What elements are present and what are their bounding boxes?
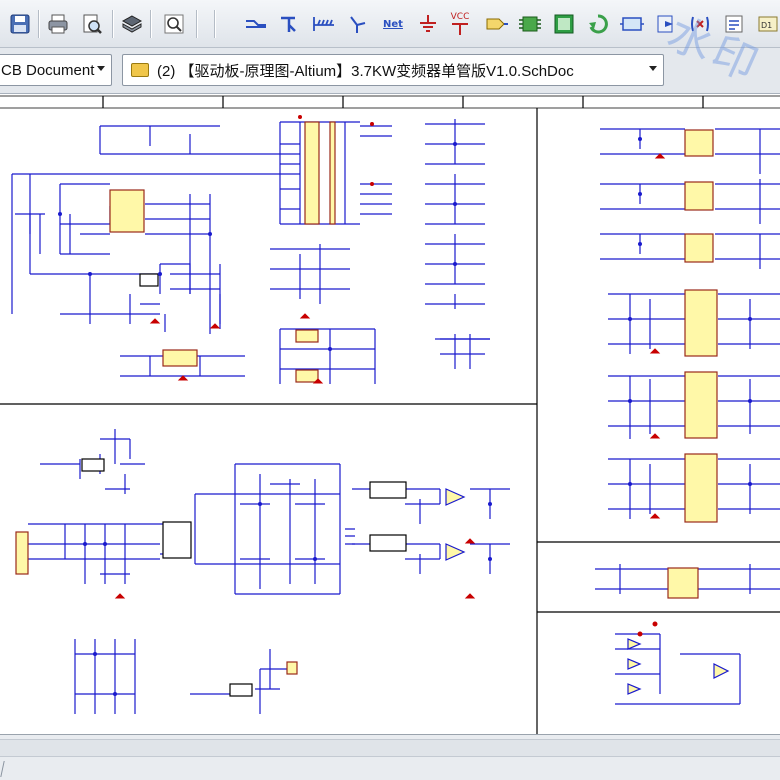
scrollbar-track[interactable] [0,739,780,757]
gnd-power-port-icon[interactable] [414,8,442,40]
chevron-down-icon [649,66,657,71]
toolbar-extra-icon[interactable] [720,8,748,40]
zoom-icon[interactable] [160,8,188,40]
hierarchy-icon[interactable] [652,8,680,40]
vcc-label-text: VCC [450,12,470,22]
schematic-drawing [0,95,780,734]
schematic-document-combo[interactable]: (2) 【驱动板-原理图-Altium】3.7KW变频器单管版V1.0.SchD… [122,54,664,86]
save-icon[interactable] [6,8,34,40]
bus-icon[interactable] [276,8,304,40]
schematic-canvas[interactable] [0,94,780,734]
device-sheet-icon[interactable] [618,8,646,40]
print-preview-icon[interactable] [78,8,106,40]
print-icon[interactable] [44,8,72,40]
sheet-entry-icon[interactable] [584,8,612,40]
port-icon[interactable] [482,8,510,40]
wire-icon[interactable] [242,8,270,40]
net-label-text: Net [383,18,403,30]
schematic-toolbar: Net VCC D1 [0,0,780,48]
chevron-down-icon [97,66,105,71]
status-grip [0,761,10,777]
vcc-power-port-icon[interactable]: VCC [446,8,474,40]
sheet-symbol-icon[interactable] [550,8,578,40]
status-bar [0,734,780,780]
compile-icon[interactable] [686,8,714,40]
bus-entry-icon[interactable] [310,8,338,40]
layer-stack-icon[interactable] [118,8,146,40]
toolbar-overflow-icon[interactable]: D1 [754,8,780,40]
schematic-document-value: (2) 【驱动板-原理图-Altium】3.7KW变频器单管版V1.0.SchD… [157,62,574,80]
part-icon[interactable] [516,8,544,40]
project-document-combo[interactable]: CB Document [0,54,112,86]
power-port-icon[interactable] [344,8,372,40]
project-document-value: CB Document [1,61,95,79]
altium-window: Net VCC D1 CB Document (2) 【驱动板-原理图-Alti… [0,0,780,780]
document-selector-bar: CB Document (2) 【驱动板-原理图-Altium】3.7KW变频器… [0,48,780,94]
document-folder-icon [131,63,149,77]
svg-text:D1: D1 [761,21,772,30]
net-label-icon[interactable]: Net [376,8,410,40]
